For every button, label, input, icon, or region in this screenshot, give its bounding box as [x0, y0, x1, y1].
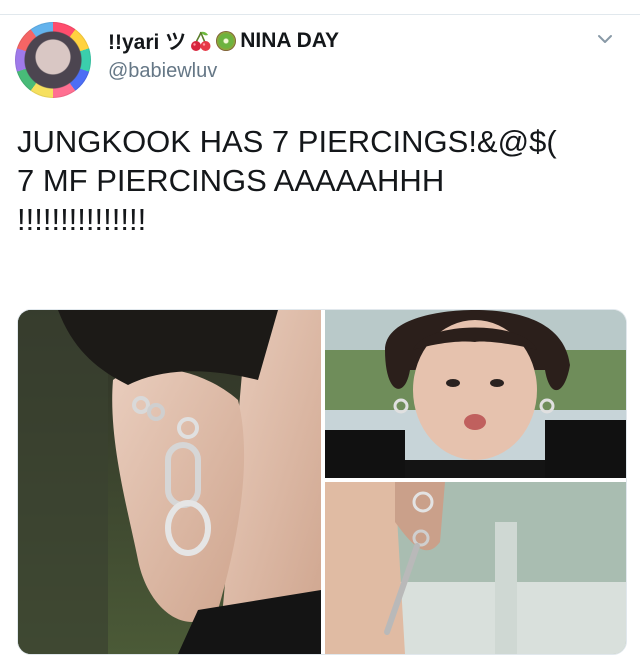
tweet-text-line: JUNGKOOK HAS 7 PIERCINGS!&@$( — [17, 124, 557, 159]
tweet-text-line: !!!!!!!!!!!!!!! — [17, 202, 147, 237]
tweet-text: JUNGKOOK HAS 7 PIERCINGS!&@$( 7 MF PIERC… — [17, 122, 627, 239]
display-name[interactable]: !!yari ツ — [108, 26, 186, 56]
display-name-row[interactable]: !!yari ツ NINA DAY — [108, 28, 339, 54]
cherry-emoji-icon — [190, 30, 212, 52]
media-grid[interactable] — [17, 309, 627, 655]
chevron-down-icon[interactable] — [596, 30, 614, 48]
media-photo-top-right[interactable] — [325, 310, 626, 478]
avatar[interactable] — [15, 22, 91, 98]
media-photo-left[interactable] — [18, 310, 321, 654]
top-divider — [0, 0, 640, 15]
kiwi-emoji-icon — [216, 31, 237, 51]
user-handle[interactable]: @babiewluv — [108, 60, 217, 83]
media-photo-bottom-right[interactable] — [325, 482, 626, 654]
display-name-suffix[interactable]: NINA DAY — [240, 29, 339, 53]
tweet-text-line: 7 MF PIERCINGS AAAAAHHH — [17, 163, 445, 198]
